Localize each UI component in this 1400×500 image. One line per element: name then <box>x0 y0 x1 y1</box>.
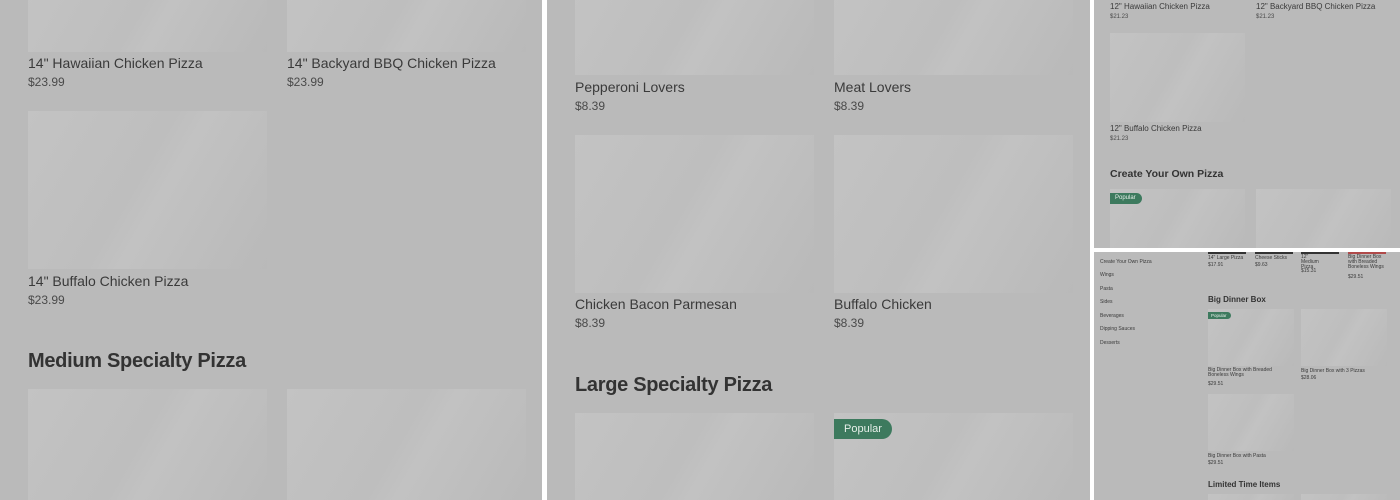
sidebar-item-create-your-own-pizza[interactable]: Create Your Own Pizza <box>1100 259 1152 265</box>
product-name[interactable]: 14" Backyard BBQ Chicken Pizza <box>287 55 496 71</box>
product-image[interactable] <box>28 0 267 52</box>
section-heading: Create Your Own Pizza <box>1110 168 1224 180</box>
product-name[interactable]: Chicken Bacon Parmesan <box>575 296 737 312</box>
popular-badge: Popular <box>1110 193 1142 204</box>
popular-badge: Popular <box>834 419 892 439</box>
product-price: $8.39 <box>575 316 606 330</box>
menu-panel-medium: Pepperoni Lovers $8.39 Meat Lovers $8.39… <box>547 0 1090 500</box>
product-price: $23.99 <box>287 75 324 89</box>
product-name[interactable]: Cheese Sticks <box>1255 255 1295 261</box>
menu-panel-dinner-box: Create Your Own Pizza Wings Pasta Sides … <box>1094 252 1400 500</box>
sidebar-item-beverages[interactable]: Beverages <box>1100 313 1124 319</box>
sidebar-item-pasta[interactable]: Pasta <box>1100 286 1113 292</box>
product-image[interactable] <box>834 135 1073 293</box>
product-image[interactable] <box>1208 494 1294 500</box>
section-heading: Limited Time Items <box>1208 480 1281 489</box>
product-name[interactable]: Big Dinner Box with Pasta <box>1208 453 1266 459</box>
product-price: $8.39 <box>834 316 865 330</box>
sidebar-item-sides[interactable]: Sides <box>1100 299 1113 305</box>
menu-panel-12-inch: 12" Hawaiian Chicken Pizza $21.23 12" Ba… <box>1094 0 1400 248</box>
product-image[interactable] <box>1301 494 1387 500</box>
product-image[interactable] <box>1301 309 1387 366</box>
product-price: $21.23 <box>1256 14 1275 20</box>
product-name[interactable]: Pepperoni Lovers <box>575 79 685 95</box>
product-image[interactable] <box>287 389 526 500</box>
product-price: $29.51 <box>1208 460 1224 466</box>
product-image[interactable] <box>28 389 267 500</box>
product-image[interactable] <box>834 0 1073 75</box>
product-price: $9.63 <box>1255 262 1268 268</box>
product-image[interactable] <box>1110 33 1245 122</box>
product-name[interactable]: 12" Backyard BBQ Chicken Pizza <box>1256 2 1375 11</box>
product-price: $15.31 <box>1301 268 1317 274</box>
product-price: $21.23 <box>1110 136 1129 142</box>
product-price: $8.39 <box>834 99 865 113</box>
product-image[interactable] <box>575 413 814 500</box>
product-name[interactable]: 14" Hawaiian Chicken Pizza <box>28 55 203 71</box>
product-image[interactable] <box>575 135 814 293</box>
menu-panel-14-inch: 14" Hawaiian Chicken Pizza $23.99 14" Ba… <box>0 0 542 500</box>
product-price: $17.91 <box>1208 262 1224 268</box>
section-heading: Big Dinner Box <box>1208 295 1266 304</box>
product-price: $23.99 <box>28 75 65 89</box>
product-price: $8.39 <box>575 99 606 113</box>
product-name[interactable]: 14" Large Pizza <box>1208 255 1248 261</box>
product-price: $29.51 <box>1348 274 1364 280</box>
product-name[interactable]: Buffalo Chicken <box>834 296 932 312</box>
product-price: $23.99 <box>28 293 65 307</box>
sidebar-item-dipping-sauces[interactable]: Dipping Sauces <box>1100 326 1135 332</box>
popular-badge: Popular <box>1208 312 1231 319</box>
section-heading: Large Specialty Pizza <box>575 374 773 396</box>
item-top-border <box>1255 252 1293 254</box>
product-name[interactable]: 12" Hawaiian Chicken Pizza <box>1110 2 1210 11</box>
product-name[interactable]: 12" Buffalo Chicken Pizza <box>1110 124 1202 133</box>
product-image[interactable] <box>575 0 814 75</box>
sidebar-item-desserts[interactable]: Desserts <box>1100 340 1120 346</box>
product-price: $21.23 <box>1110 14 1129 20</box>
product-name[interactable]: Meat Lovers <box>834 79 911 95</box>
product-name[interactable]: Big Dinner Box with Breaded Boneless Win… <box>1348 255 1388 270</box>
section-heading: Medium Specialty Pizza <box>28 350 246 372</box>
product-image[interactable] <box>28 111 267 269</box>
product-image[interactable] <box>1208 394 1294 451</box>
product-price: $28.06 <box>1301 375 1317 381</box>
product-image[interactable] <box>287 0 526 52</box>
item-top-border <box>1208 252 1246 254</box>
sidebar-item-wings[interactable]: Wings <box>1100 272 1114 278</box>
product-name[interactable]: 14" Buffalo Chicken Pizza <box>28 273 188 289</box>
product-price: $29.51 <box>1208 381 1224 387</box>
product-name[interactable]: Big Dinner Box with 3 Pizzas <box>1301 368 1365 374</box>
product-image[interactable] <box>1256 189 1391 248</box>
product-name[interactable]: Big Dinner Box with Breaded Boneless Win… <box>1208 368 1278 378</box>
